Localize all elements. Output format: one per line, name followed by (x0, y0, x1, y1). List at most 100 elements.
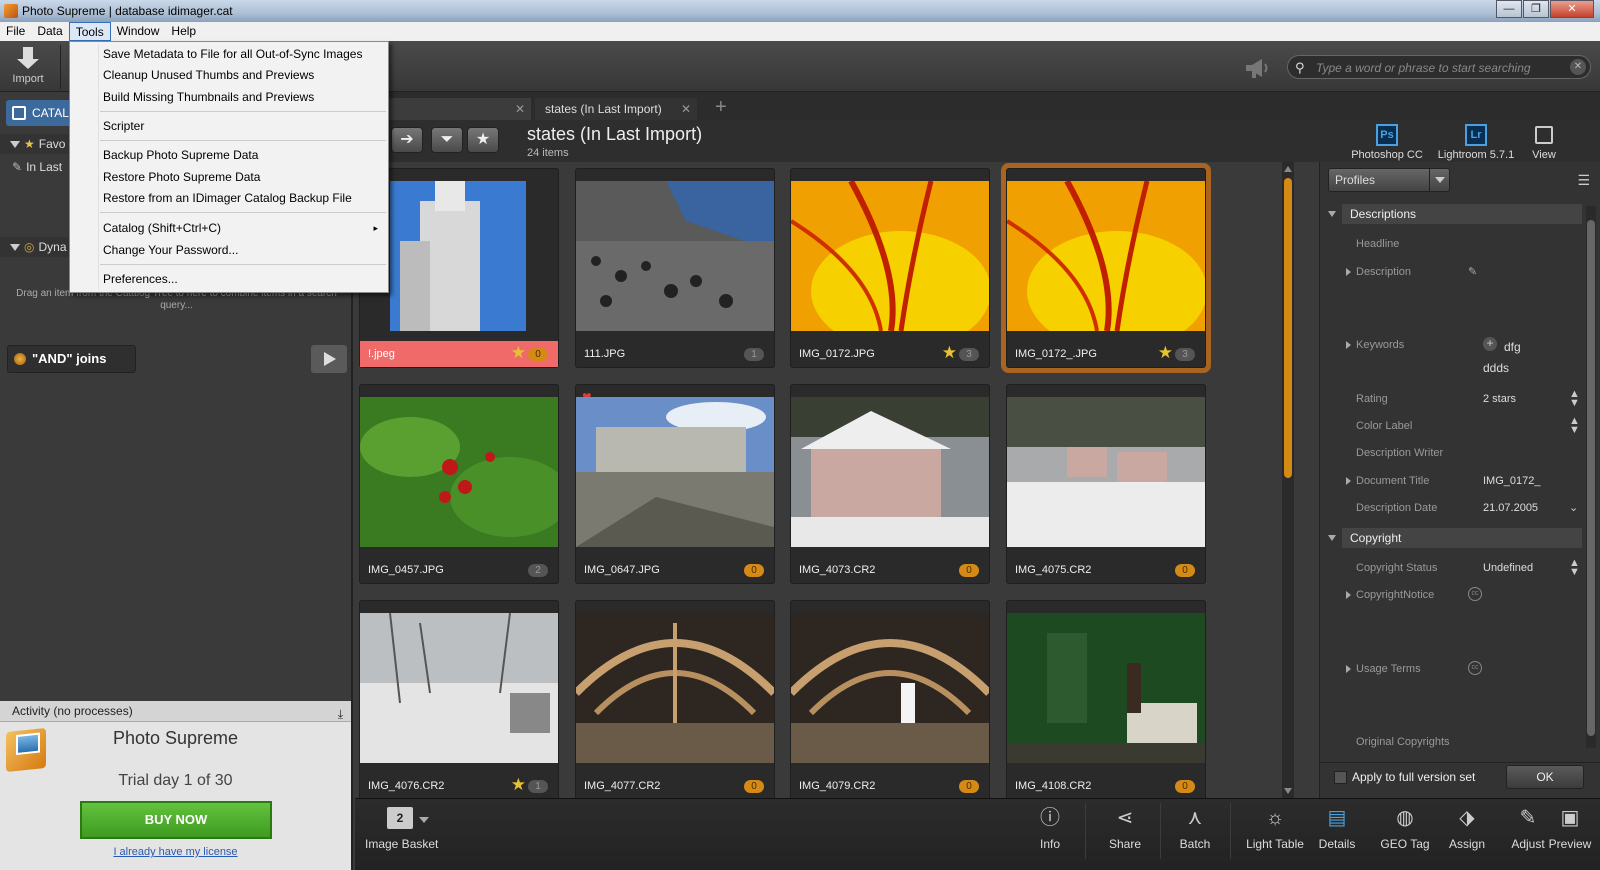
menu-file[interactable]: File (0, 22, 31, 41)
thumbnail[interactable]: ♥ IMG_0647.JPG 0 (575, 384, 775, 584)
expand-icon[interactable] (1346, 591, 1351, 599)
search-input[interactable] (1316, 59, 1556, 76)
field-document-title[interactable]: Document Title IMG_0172_ (1346, 472, 1586, 490)
menu-item-restore[interactable]: Restore Photo Supreme Data (70, 167, 388, 188)
close-icon[interactable]: ✕ (1550, 0, 1594, 18)
details-button[interactable]: ▤ Details (1307, 805, 1367, 851)
field-headline[interactable]: Headline (1356, 235, 1586, 253)
keyword-value[interactable]: dfg (1504, 338, 1521, 356)
copyright-status-value[interactable]: Undefined (1483, 559, 1533, 577)
apply-full-version-checkbox[interactable] (1334, 771, 1347, 784)
collapse-icon[interactable] (1328, 535, 1336, 541)
menu-item-build-thumbnails[interactable]: Build Missing Thumbnails and Previews (70, 87, 388, 108)
rating-value[interactable]: 2 stars (1483, 390, 1516, 408)
copyright-icon[interactable]: cc (1468, 661, 1482, 675)
menu-item-catalog[interactable]: Catalog (Shift+Ctrl+C) ▸ (70, 218, 388, 239)
ok-button[interactable]: OK (1506, 765, 1584, 789)
thumbnail[interactable]: IMG_4076.CR2 ★ 1 (359, 600, 559, 798)
minimize-icon[interactable]: — (1496, 0, 1522, 18)
thumbnail[interactable]: IMG_0457.JPG 2 (359, 384, 559, 584)
add-tab-icon[interactable]: + (715, 96, 727, 119)
field-description-writer[interactable]: Description Writer (1356, 444, 1586, 462)
description-date-value[interactable]: 21.07.2005 (1483, 499, 1538, 517)
menu-item-save-metadata[interactable]: Save Metadata to File for all Out-of-Syn… (70, 44, 388, 65)
preview-button[interactable]: ▣ Preview (1540, 805, 1600, 851)
keyword-value[interactable]: ddds (1483, 359, 1509, 377)
tree-item-in-last-import[interactable]: ✎ In Last (12, 160, 62, 174)
field-rating[interactable]: Rating 2 stars ▲ ▼ (1356, 389, 1586, 409)
buy-now-button[interactable]: BUY NOW (80, 801, 272, 839)
geo-tag-button[interactable]: ◍ GEO Tag (1375, 805, 1435, 851)
expand-icon[interactable] (1346, 477, 1351, 485)
field-copyright-status[interactable]: Copyright Status Undefined ▲ ▼ (1356, 558, 1586, 578)
thumbnail[interactable]: IMG_4077.CR2 0 (575, 600, 775, 798)
spinner-icon[interactable]: ▲ ▼ (1569, 389, 1580, 409)
star-icon[interactable]: ★ (1158, 344, 1173, 362)
scroll-thumb[interactable] (1284, 178, 1292, 478)
menu-tools[interactable]: Tools (68, 22, 111, 41)
chevron-down-icon[interactable] (1429, 169, 1449, 191)
forward-icon[interactable]: ➔ (391, 127, 423, 153)
field-description[interactable]: Description ✎ (1346, 263, 1586, 281)
share-button[interactable]: ⋖ Share (1095, 805, 1155, 851)
thumbnail[interactable]: IMG_0172.JPG ★ 3 (790, 168, 990, 368)
copyright-section[interactable]: Copyright (1328, 528, 1582, 548)
menu-help[interactable]: Help (165, 22, 202, 41)
menu-item-preferences[interactable]: Preferences... (70, 269, 388, 290)
descriptions-section[interactable]: Descriptions (1328, 204, 1582, 224)
photoshop-button[interactable]: Ps Photoshop CC (1347, 124, 1427, 161)
grid-scrollbar[interactable] (1282, 162, 1294, 798)
assign-button[interactable]: ⬗ Assign (1437, 805, 1497, 851)
lightroom-button[interactable]: Lr Lightroom 5.7.1 (1433, 124, 1519, 161)
menu-item-scripter[interactable]: Scripter (70, 116, 388, 137)
scroll-thumb[interactable] (1587, 220, 1595, 736)
copyright-icon[interactable]: cc (1468, 587, 1482, 601)
menu-data[interactable]: Data (31, 22, 68, 41)
menu-item-change-password[interactable]: Change Your Password... (70, 240, 388, 261)
import-button[interactable]: Import (6, 47, 50, 89)
batch-button[interactable]: ⋏ Batch (1165, 805, 1225, 851)
spinner-icon[interactable]: ▲ ▼ (1569, 416, 1580, 436)
close-tab-icon[interactable]: ✕ (681, 98, 691, 120)
light-table-button[interactable]: ☼ Light Table (1235, 805, 1315, 851)
thumbnail[interactable]: IMG_4108.CR2 0 (1006, 600, 1206, 798)
field-usage-terms[interactable]: Usage Terms cc (1346, 660, 1586, 678)
restore-icon[interactable]: ❐ (1523, 0, 1549, 18)
announcement-icon[interactable] (1244, 57, 1270, 79)
field-color-label[interactable]: Color Label ▲ ▼ (1356, 416, 1586, 436)
menu-window[interactable]: Window (111, 22, 166, 41)
thumbnail[interactable]: IMG_4073.CR2 0 (790, 384, 990, 584)
close-tab-icon[interactable]: ✕ (515, 98, 525, 120)
details-scrollbar[interactable] (1586, 206, 1596, 748)
tab-states[interactable]: states (In Last Import) ✕ (535, 98, 697, 120)
scroll-down-icon[interactable] (1284, 788, 1292, 794)
filter-icon[interactable]: ⏷ (431, 127, 463, 153)
favorite-star-icon[interactable]: ★ (467, 127, 499, 153)
add-keyword-icon[interactable]: + (1483, 337, 1497, 351)
menu-item-restore-idimager[interactable]: Restore from an IDimager Catalog Backup … (70, 188, 388, 209)
thumbnail[interactable]: IMG_4075.CR2 0 (1006, 384, 1206, 584)
expand-icon[interactable] (1346, 665, 1351, 673)
field-keywords[interactable]: Keywords + dfg (1346, 336, 1586, 356)
field-copyright-notice[interactable]: CopyrightNotice cc (1346, 586, 1586, 604)
profiles-dropdown[interactable]: Profiles (1328, 168, 1450, 192)
thumbnail-selected[interactable]: IMG_0172_.JPG ★ 3 (1006, 168, 1206, 368)
document-title-value[interactable]: IMG_0172_ (1483, 472, 1540, 490)
run-query-button[interactable] (311, 345, 347, 373)
thumbnail[interactable]: !.jpeg ★ 0 (359, 168, 559, 368)
menu-item-backup[interactable]: Backup Photo Supreme Data (70, 145, 388, 166)
collapse-icon[interactable] (10, 244, 20, 251)
thumbnail[interactable]: IMG_4079.CR2 0 (790, 600, 990, 798)
scroll-up-icon[interactable] (1284, 166, 1292, 172)
license-link[interactable]: I already have my license (0, 846, 351, 858)
collapse-icon[interactable] (10, 141, 20, 148)
expand-icon[interactable] (1346, 268, 1351, 276)
star-icon[interactable]: ★ (942, 344, 957, 362)
menu-item-cleanup-thumbs[interactable]: Cleanup Unused Thumbs and Previews (70, 65, 388, 86)
expand-icon[interactable] (1346, 341, 1351, 349)
field-original-copyrights[interactable]: Original Copyrights (1356, 733, 1586, 751)
star-icon[interactable]: ★ (511, 776, 526, 794)
spinner-icon[interactable]: ▲ ▼ (1569, 558, 1580, 578)
image-basket-button[interactable]: 2 Image Basket (365, 807, 445, 851)
info-button[interactable]: ⓘ Info (1020, 805, 1080, 851)
